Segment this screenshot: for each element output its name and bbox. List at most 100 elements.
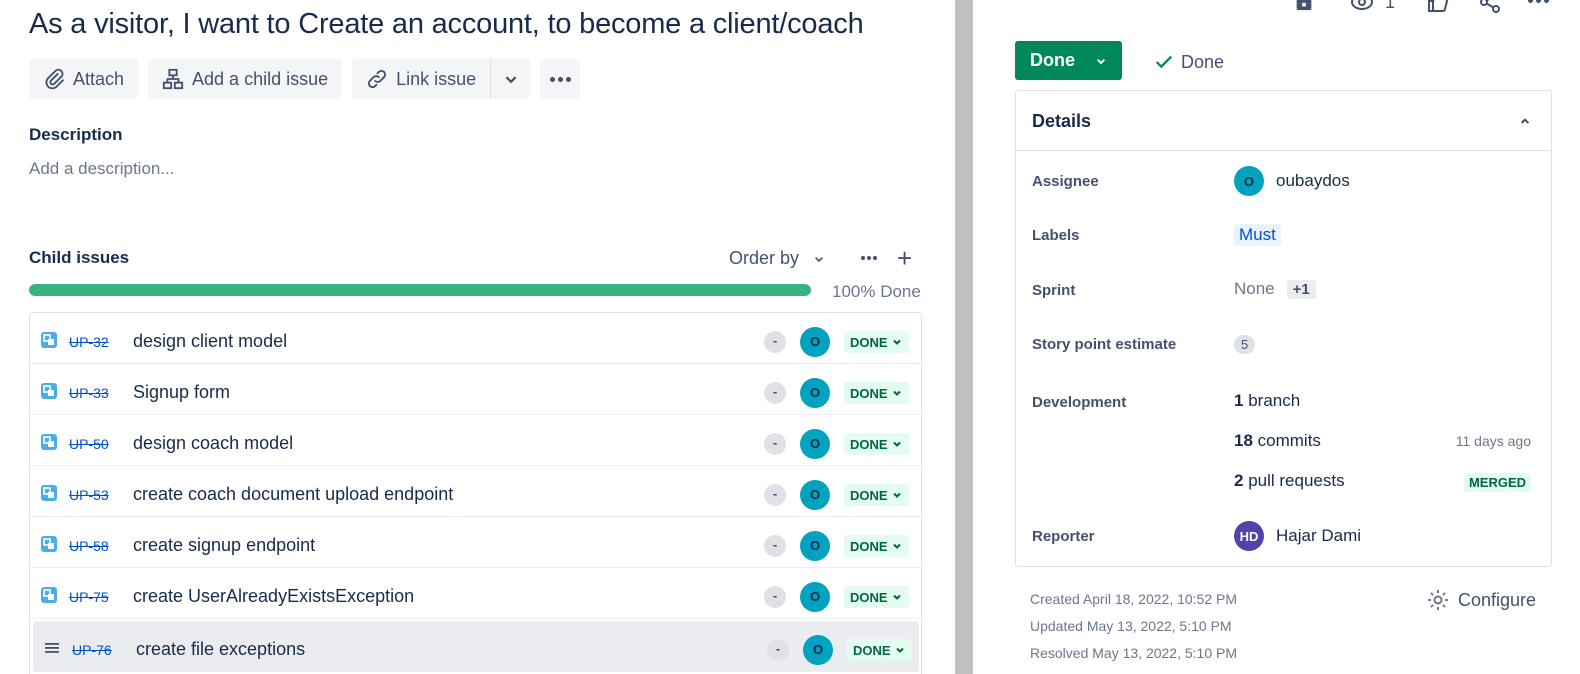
- child-issue-row[interactable]: UP-76 create file exceptions - O DONE: [33, 621, 919, 672]
- child-issue-row[interactable]: UP-75 create UserAlreadyExistsException - O…: [30, 568, 921, 619]
- chevron-down-icon: [895, 647, 904, 653]
- avatar[interactable]: O: [800, 531, 830, 561]
- label-tag[interactable]: Must: [1234, 224, 1281, 246]
- status-lozenge[interactable]: DONE: [844, 484, 909, 506]
- child-issue-row[interactable]: UP-53 create coach document upload endpoi…: [30, 466, 921, 517]
- sprint-field[interactable]: None +1: [1234, 279, 1316, 299]
- issue-summary[interactable]: design coach model: [133, 433, 293, 454]
- status-lozenge[interactable]: DONE: [844, 382, 909, 404]
- child-issue-row[interactable]: UP-50 design coach model - O DONE: [30, 415, 921, 466]
- chevron-down-icon: [892, 594, 901, 600]
- issue-summary[interactable]: create file exceptions: [136, 639, 305, 660]
- reporter-field[interactable]: HD Hajar Dami: [1234, 521, 1361, 551]
- chevron-down-icon: [892, 543, 901, 549]
- issue-summary[interactable]: create coach document upload endpoint: [133, 484, 453, 505]
- link-issue-button[interactable]: Link issue: [352, 59, 491, 99]
- avatar[interactable]: O: [800, 327, 830, 357]
- priority-badge[interactable]: -: [764, 535, 786, 557]
- watch-icon[interactable]: [1348, 0, 1376, 19]
- add-child-issue-label: Add a child issue: [192, 68, 329, 89]
- issue-key-link[interactable]: UP-58: [69, 538, 109, 554]
- status-lozenge[interactable]: DONE: [844, 331, 909, 353]
- more-actions-button[interactable]: [540, 59, 581, 99]
- issue-key-link[interactable]: UP-33: [69, 385, 109, 401]
- child-issue-row[interactable]: UP-33 Signup form - O DONE: [30, 364, 921, 415]
- issue-key-link[interactable]: UP-50: [69, 436, 109, 452]
- child-issues-list: UP-32 design client model - O DONE UP-33 Signu…: [29, 312, 922, 674]
- issue-key-link[interactable]: UP-76: [72, 642, 112, 658]
- more-icon[interactable]: [1528, 0, 1549, 3]
- assignee-field[interactable]: O oubaydos: [1234, 166, 1350, 196]
- issue-key-link[interactable]: UP-75: [69, 589, 109, 605]
- panel-divider[interactable]: [955, 0, 973, 674]
- status-dropdown-button[interactable]: Done: [1015, 41, 1122, 80]
- development-label: Development: [1032, 394, 1127, 411]
- pull-requests-link[interactable]: 2 pull requests: [1234, 471, 1345, 491]
- priority-badge[interactable]: -: [764, 331, 786, 353]
- avatar[interactable]: O: [800, 378, 830, 408]
- paperclip-icon: [45, 68, 64, 90]
- commits-link[interactable]: 18 commits: [1234, 431, 1321, 451]
- issue-key-link[interactable]: UP-32: [69, 334, 109, 350]
- details-header[interactable]: Details: [1016, 91, 1551, 151]
- issue-summary[interactable]: design client model: [133, 331, 287, 352]
- chevron-down-icon: [892, 441, 901, 447]
- description-input[interactable]: Add a description...: [29, 159, 175, 179]
- chevron-up-icon[interactable]: [1517, 113, 1533, 134]
- issue-sidebar: 1 Done Done Details Assignee O oubaydos: [973, 0, 1580, 674]
- commit-count: 18: [1234, 431, 1253, 450]
- share-icon[interactable]: [1478, 0, 1502, 19]
- configure-button[interactable]: Configure: [1426, 588, 1536, 612]
- sprint-label: Sprint: [1032, 282, 1076, 299]
- child-issue-row[interactable]: UP-58 create signup endpoint - O DONE: [30, 517, 921, 568]
- subtask-icon: [41, 485, 57, 501]
- issue-summary[interactable]: Signup form: [133, 382, 230, 403]
- created-date: Created April 18, 2022, 10:52 PM: [1030, 591, 1238, 607]
- progress-label: 100% Done: [832, 282, 921, 301]
- status-lozenge[interactable]: DONE: [847, 639, 912, 661]
- issue-title[interactable]: As a visitor, I want to Create an accoun…: [29, 8, 864, 41]
- add-child-issue-plus-icon[interactable]: +: [897, 245, 912, 271]
- issue-summary[interactable]: create signup endpoint: [133, 535, 315, 556]
- status-lozenge[interactable]: DONE: [844, 433, 909, 455]
- priority-badge[interactable]: -: [764, 433, 786, 455]
- reporter-name: Hajar Dami: [1276, 526, 1362, 545]
- priority-badge[interactable]: -: [767, 639, 789, 661]
- reporter-label: Reporter: [1032, 528, 1095, 545]
- avatar[interactable]: O: [800, 429, 830, 459]
- branch-link[interactable]: 1 branch: [1234, 391, 1300, 411]
- priority-badge[interactable]: -: [764, 382, 786, 404]
- issue-key-link[interactable]: UP-53: [69, 487, 109, 503]
- menu-icon: [44, 640, 60, 656]
- sprint-extra-badge[interactable]: +1: [1286, 279, 1316, 299]
- add-child-issue-button[interactable]: Add a child issue: [148, 59, 343, 99]
- hierarchy-icon: [162, 68, 184, 90]
- resolution-label: Done: [1181, 51, 1225, 72]
- subtask-icon: [41, 332, 57, 348]
- description-label: Description: [29, 125, 123, 144]
- child-issues-more-icon[interactable]: [861, 256, 877, 260]
- priority-badge[interactable]: -: [764, 484, 786, 506]
- status-text: DONE: [850, 334, 888, 350]
- gear-icon: [1428, 590, 1448, 610]
- avatar[interactable]: O: [800, 582, 830, 612]
- issue-summary[interactable]: create UserAlreadyExistsException: [133, 586, 414, 607]
- link-issue-dropdown-button[interactable]: [490, 59, 531, 99]
- avatar[interactable]: O: [803, 635, 833, 665]
- order-by-button[interactable]: Order by: [729, 248, 827, 269]
- status-lozenge[interactable]: DONE: [844, 586, 909, 608]
- order-by-label: Order by: [729, 248, 800, 268]
- status-lozenge[interactable]: DONE: [844, 535, 909, 557]
- issue-header-actions: 1: [973, 0, 1580, 16]
- attach-button[interactable]: Attach: [29, 59, 139, 99]
- priority-badge[interactable]: -: [764, 586, 786, 608]
- like-icon[interactable]: [1426, 0, 1450, 19]
- story-points-field[interactable]: 5: [1234, 335, 1256, 354]
- labels-field[interactable]: Must: [1234, 224, 1281, 246]
- avatar[interactable]: O: [800, 480, 830, 510]
- commit-text: commits: [1257, 431, 1321, 450]
- subtask-icon: [41, 383, 57, 399]
- lock-icon[interactable]: [1293, 0, 1315, 17]
- child-issue-row[interactable]: UP-32 design client model - O DONE: [30, 313, 921, 364]
- status-text: DONE: [850, 385, 888, 401]
